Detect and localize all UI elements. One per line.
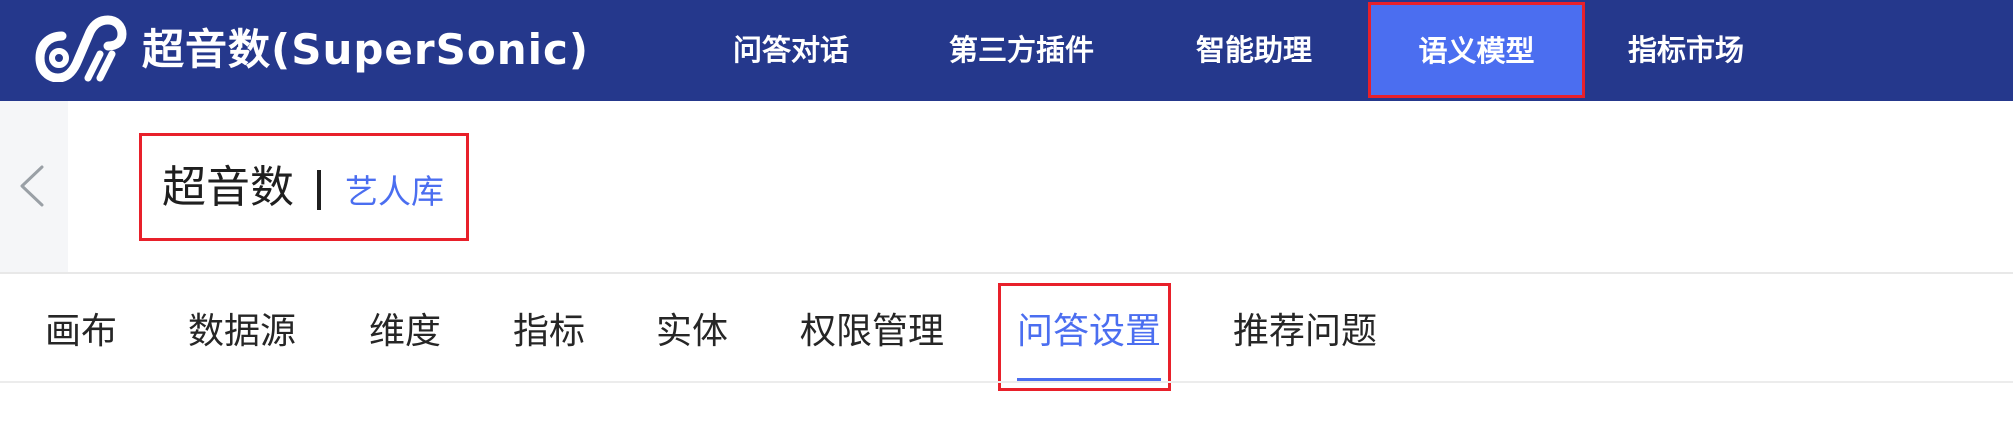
model-header: 超音数 艺人库 (0, 101, 2013, 272)
tab-entity[interactable]: 实体 (656, 300, 728, 364)
model-breadcrumb: 超音数 艺人库 (139, 133, 469, 241)
model-link[interactable]: 艺人库 (345, 172, 444, 212)
app-brand-title[interactable]: 超音数(SuperSonic) (142, 22, 589, 78)
back-strip (0, 101, 68, 272)
tab-recommended-questions[interactable]: 推荐问题 (1233, 300, 1377, 364)
tab-metric[interactable]: 指标 (513, 300, 585, 364)
tab-permissions[interactable]: 权限管理 (800, 300, 944, 364)
breadcrumb-separator (317, 170, 321, 210)
nav-item-plugins[interactable]: 第三方插件 (949, 0, 1094, 101)
tab-datasource[interactable]: 数据源 (188, 300, 296, 364)
header-divider (0, 272, 2013, 274)
nav-item-semantic-model[interactable]: 语义模型 (1368, 2, 1585, 98)
domain-title: 超音数 (162, 162, 294, 213)
tab-canvas[interactable]: 画布 (45, 300, 117, 364)
nav-item-qa-chat[interactable]: 问答对话 (733, 0, 849, 101)
nav-item-metric-market[interactable]: 指标市场 (1628, 0, 1744, 101)
tabs-divider (0, 381, 2013, 383)
chevron-left-icon[interactable] (14, 163, 54, 209)
top-nav-bar: 超音数(SuperSonic) 问答对话 第三方插件 智能助理 语义模型 指标市… (0, 0, 2013, 101)
tab-qa-settings[interactable]: 问答设置 (1017, 300, 1161, 364)
supersonic-logo-icon[interactable] (34, 14, 128, 82)
nav-item-assistant[interactable]: 智能助理 (1196, 0, 1312, 101)
tab-dimension[interactable]: 维度 (369, 300, 441, 364)
